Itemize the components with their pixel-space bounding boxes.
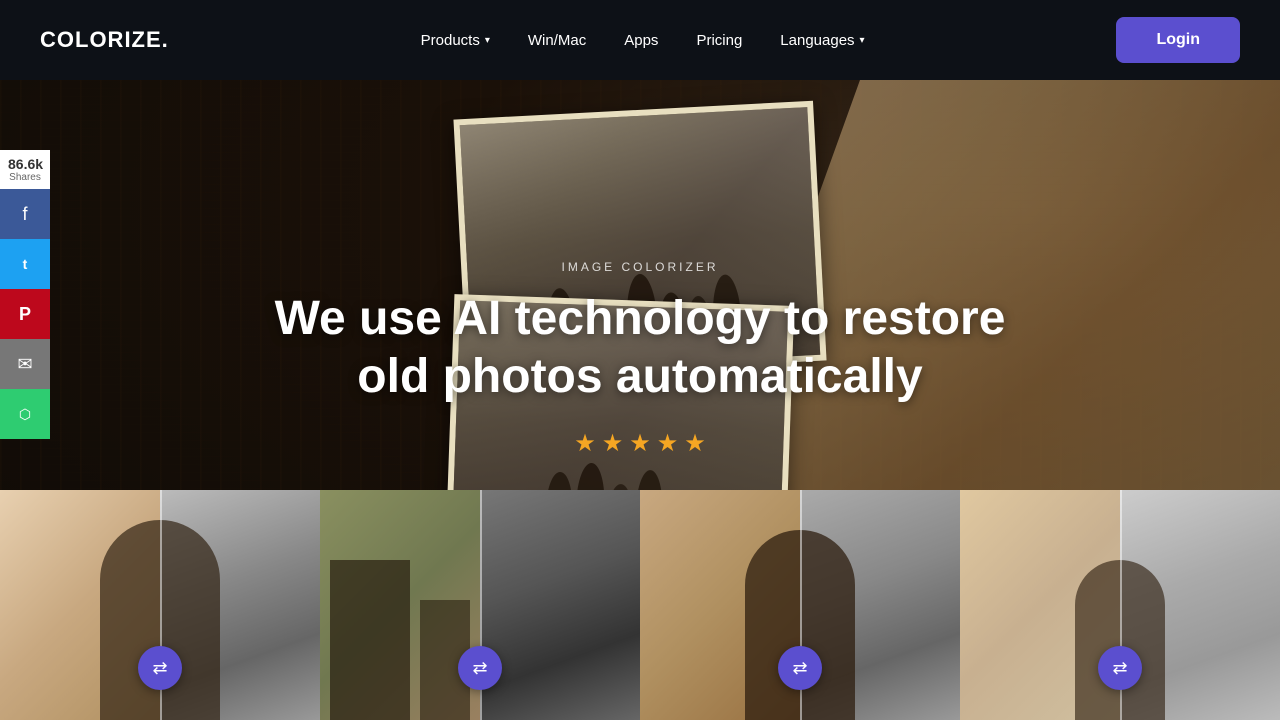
nav-links: Products ▾ Win/Mac Apps Pricing Language… <box>407 24 879 57</box>
hero-tag: IMAGE COLORIZER <box>0 260 1280 274</box>
email-icon: ✉ <box>17 354 32 375</box>
facebook-share-button[interactable]: f <box>0 189 50 239</box>
twitter-icon: t <box>23 256 28 272</box>
hero-content: IMAGE COLORIZER We use AI technology to … <box>0 260 1280 458</box>
hero-background: IMAGE COLORIZER We use AI technology to … <box>0 80 1280 720</box>
navbar: COLORIZE. Products ▾ Win/Mac Apps Pricin… <box>0 0 1280 80</box>
preview-row: ⇄ ⇄ <box>0 490 1280 720</box>
star-5: ★ <box>684 429 706 458</box>
share-icon: ⬡ <box>19 406 31 423</box>
share-count-number: 86.6k <box>8 156 42 172</box>
swap-button[interactable]: ⇄ <box>458 646 502 690</box>
share-count: 86.6k Shares <box>0 150 50 189</box>
pinterest-icon: P <box>19 304 31 325</box>
facebook-icon: f <box>22 204 27 225</box>
preview-street[interactable]: ⇄ <box>320 490 640 720</box>
general-share-button[interactable]: ⬡ <box>0 389 50 439</box>
star-2: ★ <box>602 429 624 458</box>
nav-apps[interactable]: Apps <box>610 24 672 57</box>
hero-section: IMAGE COLORIZER We use AI technology to … <box>0 80 1280 720</box>
twitter-share-button[interactable]: t <box>0 239 50 289</box>
email-share-button[interactable]: ✉ <box>0 339 50 389</box>
preview-baby[interactable]: ⇄ <box>960 490 1280 720</box>
nav-products[interactable]: Products ▾ <box>407 24 504 57</box>
star-1: ★ <box>574 429 596 458</box>
login-button[interactable]: Login <box>1116 17 1240 63</box>
share-count-label: Shares <box>8 172 42 183</box>
swap-button[interactable]: ⇄ <box>1098 646 1142 690</box>
preview-man-glasses[interactable]: ⇄ <box>0 490 320 720</box>
brand-logo[interactable]: COLORIZE. <box>40 27 169 53</box>
swap-button[interactable]: ⇄ <box>138 646 182 690</box>
star-4: ★ <box>657 429 679 458</box>
nav-pricing[interactable]: Pricing <box>682 24 756 57</box>
preview-bearded-man[interactable]: ⇄ <box>640 490 960 720</box>
pinterest-share-button[interactable]: P <box>0 289 50 339</box>
nav-winmac[interactable]: Win/Mac <box>514 24 600 57</box>
hero-title: We use AI technology to restore old phot… <box>0 290 1280 405</box>
social-sidebar: 86.6k Shares f t P ✉ ⬡ <box>0 150 50 439</box>
hero-rating: ★ ★ ★ ★ ★ <box>0 429 1280 458</box>
star-3: ★ <box>629 429 651 458</box>
languages-chevron-icon: ▾ <box>860 35 865 46</box>
products-chevron-icon: ▾ <box>485 35 490 46</box>
nav-languages[interactable]: Languages ▾ <box>766 24 878 57</box>
swap-button[interactable]: ⇄ <box>778 646 822 690</box>
